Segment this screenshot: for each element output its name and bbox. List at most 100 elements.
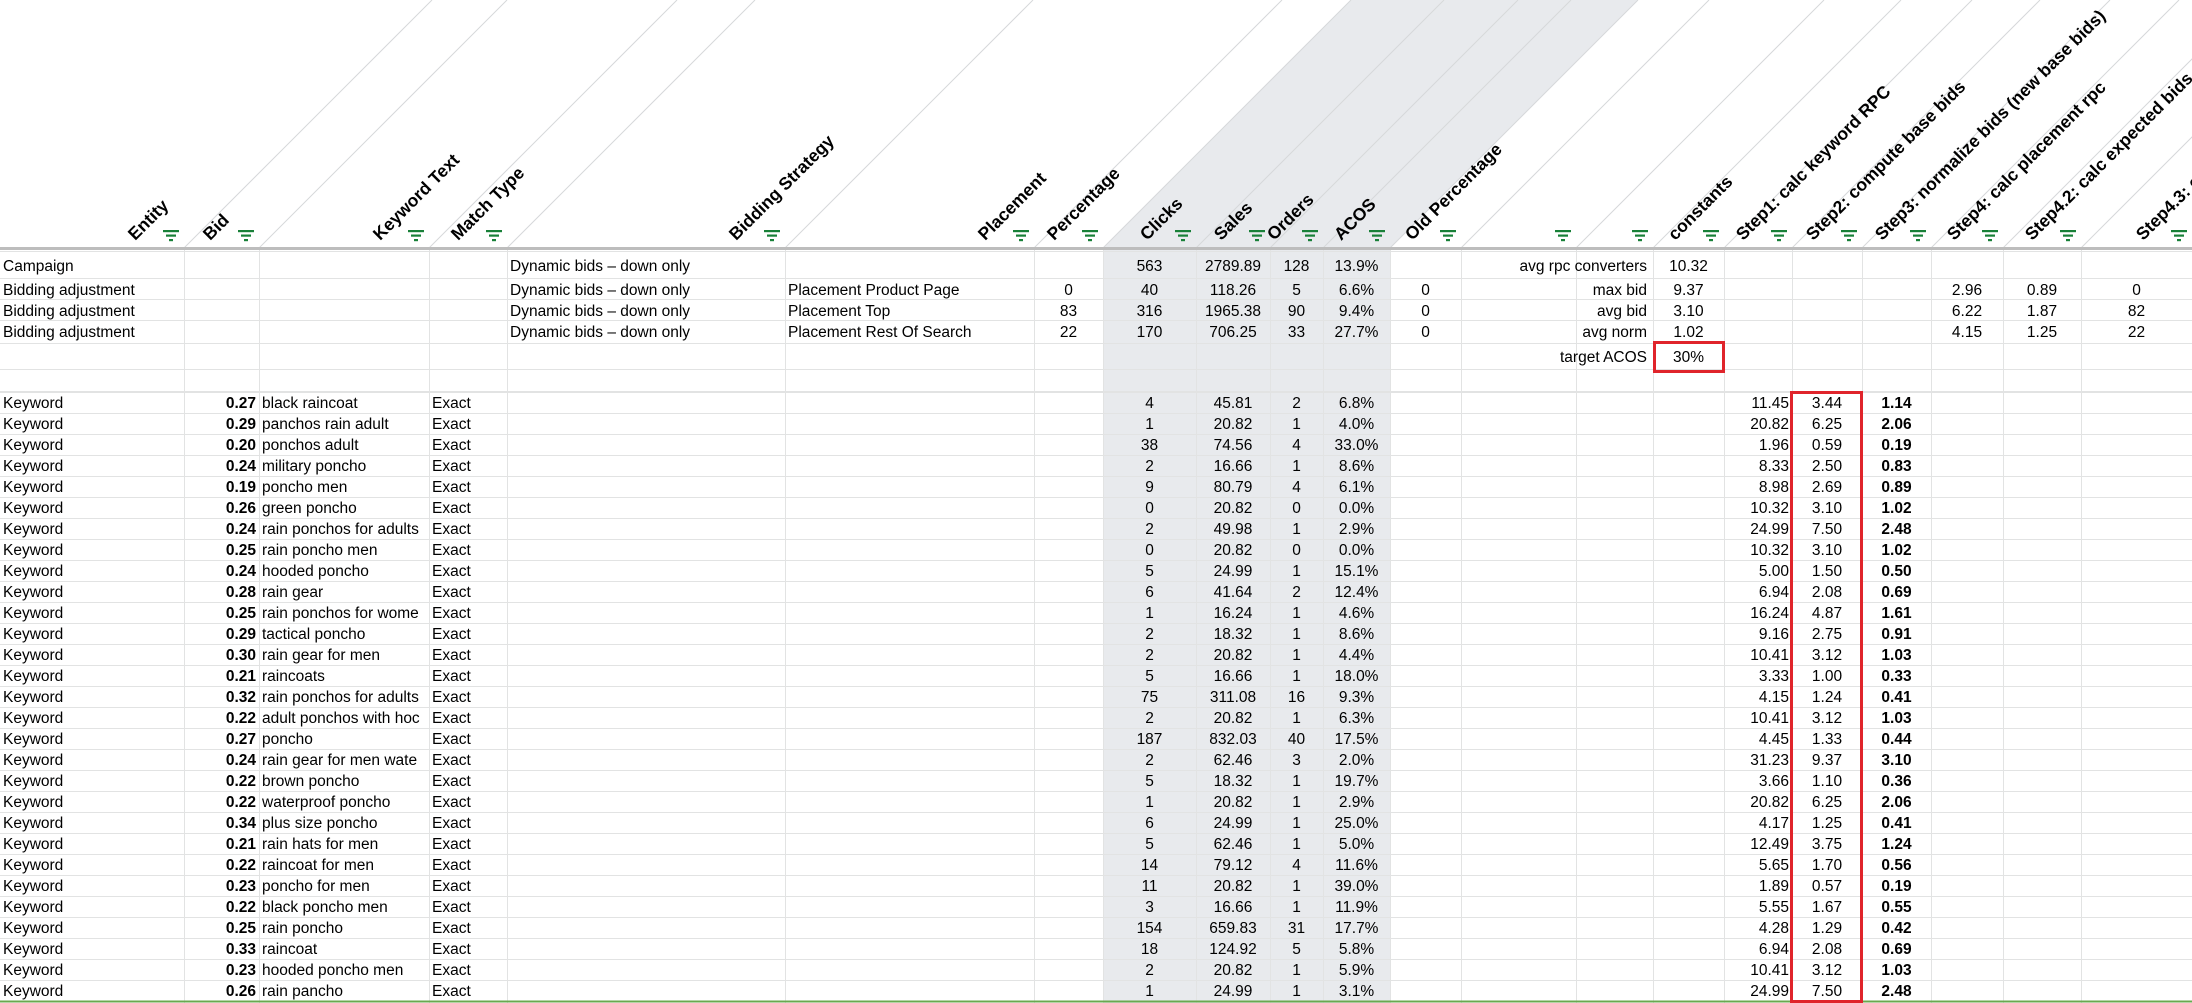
acos-cell[interactable]: 3.1% <box>1323 981 1390 1002</box>
bid-cell[interactable]: 0.30 <box>184 645 259 666</box>
sales-cell[interactable]: 74.56 <box>1196 435 1270 456</box>
entity-cell[interactable]: Keyword <box>0 393 184 414</box>
bid-cell[interactable]: 0.23 <box>184 960 259 981</box>
keyword-text-cell[interactable]: rain gear <box>259 582 429 603</box>
old-percentage-cell[interactable] <box>1390 256 1461 277</box>
clicks-cell[interactable]: 5 <box>1103 666 1196 687</box>
orders-cell[interactable]: 1 <box>1270 708 1323 729</box>
step1-cell[interactable]: 3.66 <box>1724 771 1792 792</box>
match-type-cell[interactable]: Exact <box>429 645 507 666</box>
entity-cell[interactable]: Keyword <box>0 414 184 435</box>
step3-cell[interactable]: 0.19 <box>1862 876 1931 897</box>
keyword-text-cell[interactable]: rain ponchos for wome <box>259 603 429 624</box>
entity-cell[interactable]: Keyword <box>0 540 184 561</box>
step4-2-cell[interactable]: 0.89 <box>2003 280 2081 301</box>
step2-cell[interactable]: 1.10 <box>1792 771 1862 792</box>
sales-cell[interactable]: 311.08 <box>1196 687 1270 708</box>
step3-cell[interactable]: 1.24 <box>1862 834 1931 855</box>
bid-cell[interactable]: 0.21 <box>184 666 259 687</box>
step3-cell[interactable]: 0.69 <box>1862 939 1931 960</box>
entity-cell[interactable]: Keyword <box>0 813 184 834</box>
keyword-text-cell[interactable]: black raincoat <box>259 393 429 414</box>
orders-cell[interactable]: 1 <box>1270 813 1323 834</box>
orders-cell[interactable]: 1 <box>1270 834 1323 855</box>
step1-cell[interactable]: 3.33 <box>1724 666 1792 687</box>
clicks-cell[interactable]: 563 <box>1103 256 1196 277</box>
bid-cell[interactable]: 0.25 <box>184 540 259 561</box>
clicks-cell[interactable]: 4 <box>1103 393 1196 414</box>
acos-cell[interactable]: 6.1% <box>1323 477 1390 498</box>
step1-cell[interactable]: 10.32 <box>1724 540 1792 561</box>
bid-cell[interactable]: 0.19 <box>184 477 259 498</box>
constant-value-cell[interactable]: 1.02 <box>1653 322 1724 343</box>
constant-value-cell[interactable]: 3.10 <box>1653 301 1724 322</box>
bid-cell[interactable]: 0.25 <box>184 603 259 624</box>
step1-cell[interactable]: 5.65 <box>1724 855 1792 876</box>
clicks-cell[interactable]: 1 <box>1103 603 1196 624</box>
sales-cell[interactable]: 62.46 <box>1196 834 1270 855</box>
entity-cell[interactable]: Bidding adjustment <box>0 301 259 322</box>
sales-cell[interactable]: 24.99 <box>1196 981 1270 1002</box>
step1-cell[interactable]: 4.15 <box>1724 687 1792 708</box>
step1-cell[interactable]: 11.45 <box>1724 393 1792 414</box>
orders-cell[interactable]: 0 <box>1270 540 1323 561</box>
clicks-cell[interactable]: 38 <box>1103 435 1196 456</box>
step2-cell[interactable]: 9.37 <box>1792 750 1862 771</box>
match-type-cell[interactable]: Exact <box>429 666 507 687</box>
entity-cell[interactable]: Bidding adjustment <box>0 322 259 343</box>
acos-cell[interactable]: 27.7% <box>1323 322 1390 343</box>
bid-cell[interactable]: 0.21 <box>184 834 259 855</box>
clicks-cell[interactable]: 1 <box>1103 792 1196 813</box>
step2-cell[interactable]: 2.69 <box>1792 477 1862 498</box>
bid-cell[interactable]: 0.26 <box>184 981 259 1002</box>
sales-cell[interactable]: 24.99 <box>1196 813 1270 834</box>
step1-cell[interactable]: 12.49 <box>1724 834 1792 855</box>
acos-cell[interactable]: 11.6% <box>1323 855 1390 876</box>
entity-cell[interactable]: Keyword <box>0 498 184 519</box>
orders-cell[interactable]: 0 <box>1270 498 1323 519</box>
orders-cell[interactable]: 1 <box>1270 645 1323 666</box>
step2-cell[interactable]: 2.75 <box>1792 624 1862 645</box>
entity-cell[interactable]: Keyword <box>0 792 184 813</box>
constant-label-cell[interactable]: avg rpc converters <box>1516 256 1650 277</box>
step2-cell[interactable]: 3.10 <box>1792 540 1862 561</box>
step2-cell[interactable]: 7.50 <box>1792 981 1862 1002</box>
clicks-cell[interactable]: 187 <box>1103 729 1196 750</box>
match-type-cell[interactable]: Exact <box>429 708 507 729</box>
sales-cell[interactable]: 706.25 <box>1196 322 1270 343</box>
filter-icon[interactable] <box>1012 229 1030 243</box>
entity-cell[interactable]: Keyword <box>0 750 184 771</box>
step2-cell[interactable]: 4.87 <box>1792 603 1862 624</box>
match-type-cell[interactable]: Exact <box>429 771 507 792</box>
filter-icon[interactable] <box>1909 229 1927 243</box>
clicks-cell[interactable]: 40 <box>1103 280 1196 301</box>
match-type-cell[interactable]: Exact <box>429 792 507 813</box>
filter-icon[interactable] <box>162 229 180 243</box>
keyword-text-cell[interactable]: rain hats for men <box>259 834 429 855</box>
orders-cell[interactable]: 33 <box>1270 322 1323 343</box>
filter-icon[interactable] <box>1439 229 1457 243</box>
match-type-cell[interactable]: Exact <box>429 939 507 960</box>
step1-cell[interactable]: 5.00 <box>1724 561 1792 582</box>
step3-cell[interactable]: 0.19 <box>1862 435 1931 456</box>
clicks-cell[interactable]: 316 <box>1103 301 1196 322</box>
entity-cell[interactable]: Keyword <box>0 771 184 792</box>
bid-cell[interactable]: 0.34 <box>184 813 259 834</box>
step2-cell[interactable]: 2.08 <box>1792 939 1862 960</box>
target-acos-label[interactable]: target ACOS <box>1516 347 1650 368</box>
sales-cell[interactable]: 16.66 <box>1196 666 1270 687</box>
step2-cell[interactable]: 2.08 <box>1792 582 1862 603</box>
sales-cell[interactable]: 16.66 <box>1196 897 1270 918</box>
match-type-cell[interactable]: Exact <box>429 561 507 582</box>
acos-cell[interactable]: 6.6% <box>1323 280 1390 301</box>
step1-cell[interactable]: 20.82 <box>1724 414 1792 435</box>
orders-cell[interactable]: 4 <box>1270 477 1323 498</box>
acos-cell[interactable]: 39.0% <box>1323 876 1390 897</box>
filter-icon[interactable] <box>1081 229 1099 243</box>
step1-cell[interactable]: 4.45 <box>1724 729 1792 750</box>
sales-cell[interactable]: 20.82 <box>1196 645 1270 666</box>
match-type-cell[interactable]: Exact <box>429 750 507 771</box>
acos-cell[interactable]: 12.4% <box>1323 582 1390 603</box>
acos-cell[interactable]: 17.5% <box>1323 729 1390 750</box>
entity-cell[interactable]: Keyword <box>0 456 184 477</box>
